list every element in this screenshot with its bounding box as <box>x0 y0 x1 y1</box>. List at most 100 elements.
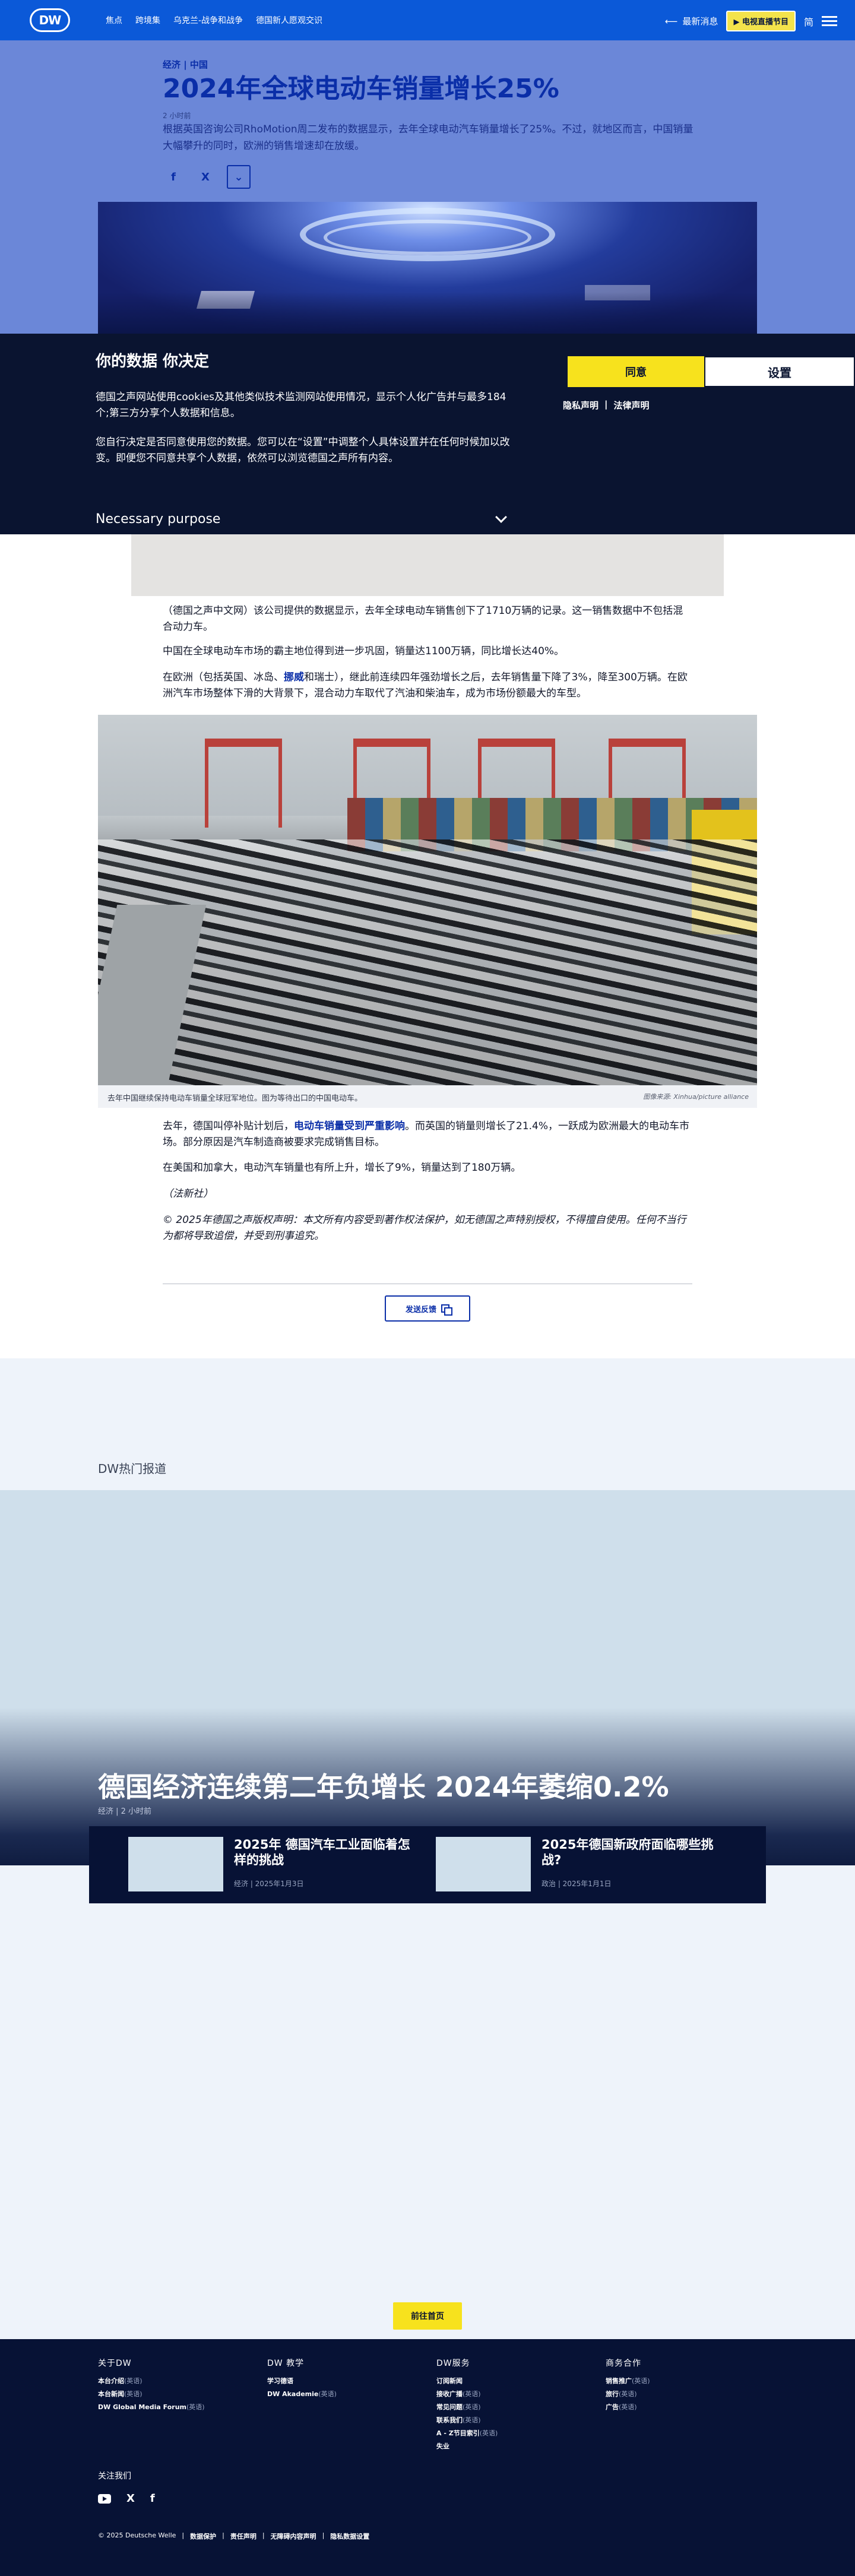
nav-link-germany[interactable]: 德国新人愿观交识 <box>256 14 322 26</box>
live-tv-button[interactable]: ▶ 电视直播节目 <box>726 11 796 31</box>
legal-link[interactable]: 法律声明 <box>614 399 650 411</box>
related-story-card[interactable]: 2025年德国新政府面临哪些挑战? 政治 | 2025年1月1日 <box>436 1837 721 1891</box>
nav-right-group: ⟵ 最新消息 ▶ 电视直播节目 简 <box>665 11 837 31</box>
social-links: X f <box>98 2492 155 2505</box>
footer-heading: DW 教学 <box>267 2359 305 2368</box>
chevron-down-icon <box>495 511 507 523</box>
story-title: 2025年德国新政府面临哪些挑战? <box>542 1837 714 1867</box>
separator: | <box>222 2531 224 2539</box>
accessibility-link[interactable]: 无障碍内容声明 <box>271 2531 316 2541</box>
disclaimer-link[interactable]: 责任声明 <box>230 2531 256 2541</box>
footer-link[interactable]: DW Akademie(英语) <box>267 2388 422 2401</box>
separator: | <box>182 2531 185 2539</box>
settings-button[interactable]: 设置 <box>704 356 855 387</box>
article-time: 2 小时前 <box>163 112 191 120</box>
latest-news-label: 最新消息 <box>682 16 718 27</box>
footer-heading: 商务合作 <box>606 2359 641 2368</box>
article-paragraph-3: 在欧洲（包括英国、冰岛、挪威和瑞士），继此前连续四年强劲增长之后，去年销售量下降… <box>163 670 692 702</box>
image-caption: 去年中国继续保持电动车销量全球冠军地位。图为等待出口的中国电动车。 <box>107 1094 363 1103</box>
more-share-chevron-icon[interactable]: ⌄ <box>227 165 251 189</box>
paragraph-4-text-a: 去年，德国叫停补贴计划后， <box>163 1120 294 1132</box>
privacy-settings-link[interactable]: 隐私数据设置 <box>330 2531 369 2541</box>
cookie-text-1: 德国之声网站使用cookies及其他类似技术监测网站使用情况，显示个人化广告并与… <box>96 391 506 419</box>
necessary-purpose-toggle[interactable]: Necessary purpose <box>96 511 511 527</box>
featured-story-title[interactable]: 德国经济连续第二年负增长 2024年萎缩0.2% <box>98 1766 669 1805</box>
footer-link[interactable]: 失业 <box>436 2440 591 2453</box>
footer-link[interactable]: 本台介绍(英语) <box>98 2375 252 2388</box>
story-title: 2025年 德国汽车工业面临着怎样的挑战 <box>234 1837 410 1867</box>
language-button[interactable]: 简 <box>804 14 813 28</box>
footer-link[interactable]: 学习德语 <box>267 2375 422 2388</box>
article-paragraph-4: 去年，德国叫停补贴计划后，电动车销量受到严重影响。而英国的销量则增长了21.4%… <box>163 1119 692 1151</box>
port-crane-1 <box>205 739 282 828</box>
nav-link-cross-border[interactable]: 跨境集 <box>135 14 160 26</box>
play-icon: ▶ <box>733 18 742 27</box>
cookie-buttons: 同意 设置 <box>568 356 855 387</box>
hamburger-menu-icon[interactable] <box>822 15 837 27</box>
story-thumbnail <box>436 1837 531 1891</box>
cookie-title: 你的数据 你决定 <box>96 353 210 370</box>
facebook-icon[interactable]: f <box>150 2492 155 2505</box>
nav-link-ukraine-war[interactable]: 乌克兰-战争和战争 <box>173 14 243 26</box>
footer-link[interactable]: 联系我们(英语) <box>436 2414 591 2427</box>
footer-column-business: 商务合作 销售推广(英语) 旅行(英语) 广告(英语) <box>606 2357 760 2414</box>
footer-link[interactable]: 常见问题(英语) <box>436 2401 591 2414</box>
footer-heading: DW服务 <box>436 2359 470 2368</box>
footer-link[interactable]: 本台新闻(英语) <box>98 2388 252 2401</box>
latest-news-link[interactable]: ⟵ 最新消息 <box>665 15 718 27</box>
article-paragraph-5: 在美国和加拿大，电动汽车销量也有所上升，增长了9%，销量达到了180万辆。 <box>163 1162 521 1174</box>
live-tv-label: 电视直播节目 <box>742 18 788 27</box>
related-story-card[interactable]: 2025年 德国汽车工业面临着怎样的挑战 经济 | 2025年1月3日 <box>128 1837 413 1891</box>
x-twitter-icon[interactable]: X <box>126 2492 135 2505</box>
footer-link[interactable]: 销售推广(英语) <box>606 2375 760 2388</box>
cookie-text-2: 您自行决定是否同意使用您的数据。您可以在“设置”中调整个人具体设置并在任何时候加… <box>96 436 510 464</box>
footer-link[interactable]: DW Global Media Forum(英语) <box>98 2401 252 2414</box>
data-protection-link[interactable]: 数据保护 <box>190 2531 216 2541</box>
paragraph-3-text-a: 在欧洲（包括英国、冰岛、 <box>163 671 284 683</box>
privacy-link[interactable]: 隐私声明 <box>563 399 598 411</box>
nav-link-focus[interactable]: 焦点 <box>106 14 122 26</box>
copyright-text: © 2025 Deutsche Welle <box>98 2531 176 2539</box>
footer-link[interactable]: 订阅新闻 <box>436 2375 591 2388</box>
facebook-icon[interactable]: f <box>163 166 184 188</box>
feedback-label: 发送反馈 <box>405 1305 436 1314</box>
send-feedback-button[interactable]: 发送反馈 <box>385 1295 470 1322</box>
go-to-homepage-button[interactable]: 前往首页 <box>393 2302 462 2330</box>
top-navigation: DW 焦点 跨境集 乌克兰-战争和战争 德国新人愿观交识 ⟵ 最新消息 ▶ 电视… <box>0 0 855 40</box>
link-separator: | <box>604 399 608 410</box>
back-arrow-icon: ⟵ <box>664 15 678 27</box>
copyright-notice: © 2025年德国之声版权声明：本文所有内容受到著作权法保护，如无德国之声特别授… <box>163 1214 686 1242</box>
share-bar: f X ⌄ <box>163 165 251 189</box>
norway-link[interactable]: 挪威 <box>284 671 304 683</box>
footer-column-services: DW服务 订阅新闻 接收广播(英语) 常见问题(英语) 联系我们(英语) A -… <box>436 2357 591 2453</box>
image-credit: 图像来源: Xinhua/picture alliance <box>643 1093 749 1101</box>
dw-logo[interactable]: DW <box>30 8 70 32</box>
ev-sales-impact-link[interactable]: 电动车销量受到严重影响 <box>294 1120 405 1132</box>
car-parking-racks <box>98 839 757 1085</box>
article-kicker[interactable]: 经济 | 中国 <box>163 58 208 71</box>
footer-link[interactable]: 广告(英语) <box>606 2401 760 2414</box>
footer-column-learning: DW 教学 学习德语 DW Akademie(英语) <box>267 2357 422 2401</box>
copy-icon <box>441 1304 452 1316</box>
follow-us-label: 关注我们 <box>98 2472 131 2481</box>
footer-heading: 关于DW <box>98 2359 132 2368</box>
x-twitter-icon[interactable]: X <box>195 166 216 188</box>
article-paragraph-1: （德国之声中文网）该公司提供的数据显示，去年全球电动车销售创下了1710万辆的记… <box>163 605 683 633</box>
footer-link[interactable]: 旅行(英语) <box>606 2388 760 2401</box>
youtube-icon[interactable] <box>98 2493 111 2504</box>
footer-link[interactable]: 接收广播(英语) <box>436 2388 591 2401</box>
featured-story-meta: 经济 | 2 小时前 <box>98 1807 152 1816</box>
nav-links: 焦点 跨境集 乌克兰-战争和战争 德国新人愿观交识 <box>106 14 322 26</box>
story-meta: 政治 | 2025年1月1日 <box>542 1880 612 1888</box>
article-source-afp: （法新社） <box>163 1188 213 1200</box>
separator: | <box>322 2531 325 2539</box>
image-caption-bar: 去年中国继续保持电动车销量全球冠军地位。图为等待出口的中国电动车。 图像来源: … <box>98 1085 757 1108</box>
accept-button[interactable]: 同意 <box>568 356 704 387</box>
separator: | <box>262 2531 265 2539</box>
ad-placeholder <box>131 534 724 596</box>
footer-link[interactable]: A - Z节目索引(英语) <box>436 2427 591 2440</box>
article-title: 2024年全球电动车销量增长25% <box>163 74 559 104</box>
article-lead: 根据英国咨询公司RhoMotion周二发布的数据显示，去年全球电动汽车销量增长了… <box>163 123 694 152</box>
necessary-purpose-label: Necessary purpose <box>96 512 221 527</box>
article-paragraph-2: 中国在全球电动车市场的霸主地位得到进一步巩固，销量达1100万辆，同比增长达40… <box>163 645 565 657</box>
